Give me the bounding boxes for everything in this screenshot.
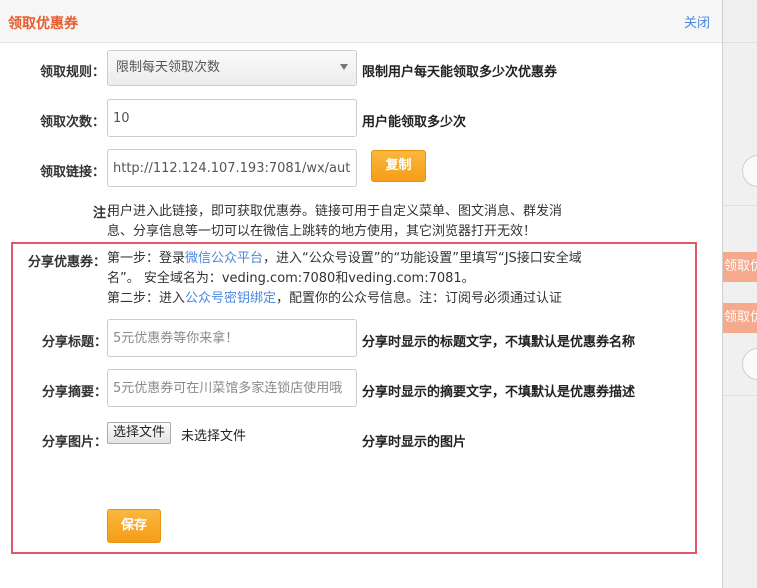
share-image-label: 分享图片： bbox=[42, 435, 108, 450]
rule-hint: 限制用户每天能领取多少次优惠券 bbox=[362, 65, 558, 80]
step2-prefix: 第二步：进入 bbox=[107, 291, 186, 306]
claim-link-input[interactable] bbox=[107, 149, 357, 187]
share-title-hint: 分享时显示的标题文字，不填默认是优惠券名称 bbox=[362, 335, 636, 350]
wechat-platform-link[interactable]: 微信公众平台 bbox=[185, 251, 263, 266]
file-status: 未选择文件 bbox=[181, 429, 247, 444]
close-link[interactable]: 关闭 bbox=[684, 12, 710, 31]
step2-rest: ，配置你的公众号信息。注：订阅号必须通过认证 bbox=[276, 291, 563, 306]
dialog-titlebar: 领取优惠券 关闭 bbox=[0, 0, 722, 43]
note-text: 用户进入此链接，即可获取优惠券。链接可用于自定义菜单、图文消息、群发消息、分享信… bbox=[107, 204, 563, 239]
share-summary-hint: 分享时显示的摘要文字，不填默认是优惠券描述 bbox=[362, 385, 636, 400]
background-divider bbox=[722, 205, 757, 206]
count-input[interactable] bbox=[107, 99, 357, 137]
count-label: 领取次数： bbox=[40, 115, 106, 130]
rule-label: 领取规则： bbox=[40, 65, 106, 80]
share-step-1: 第一步：登录微信公众平台，进入“公众号设置”的“功能设置”里填写“JS接口安全域… bbox=[107, 249, 587, 289]
share-title-label: 分享标题： bbox=[42, 335, 108, 350]
coupon-dialog: 领取优惠券 关闭 领取规则： 限制每天领取次数 限制用户每天能领取多少次优惠券 … bbox=[0, 0, 723, 588]
share-title-input[interactable] bbox=[107, 319, 357, 357]
share-step-2: 第二步：进入公众号密钥绑定，配置你的公众号信息。注：订阅号必须通过认证 bbox=[107, 289, 587, 309]
choose-file-button[interactable]: 选择文件 bbox=[107, 422, 172, 444]
share-summary-input[interactable] bbox=[107, 369, 357, 407]
rule-select-value: 限制每天领取次数 bbox=[116, 60, 221, 75]
share-image-hint: 分享时显示的图片 bbox=[362, 435, 467, 450]
dialog-title: 领取优惠券 bbox=[8, 16, 78, 32]
background-divider bbox=[722, 395, 757, 396]
rule-select[interactable]: 限制每天领取次数 bbox=[107, 50, 357, 86]
background-page bbox=[722, 0, 757, 588]
background-divider bbox=[722, 42, 757, 43]
link-label: 领取链接： bbox=[40, 165, 106, 180]
background-claim-button: 领取优惠 bbox=[720, 303, 757, 333]
copy-button[interactable]: 复制 bbox=[371, 150, 426, 182]
share-coupon-label: 分享优惠券： bbox=[28, 255, 107, 270]
count-hint: 用户能领取多少次 bbox=[362, 115, 467, 130]
share-summary-label: 分享摘要： bbox=[42, 385, 108, 400]
step1-prefix: 第一步：登录 bbox=[107, 251, 186, 266]
chevron-down-icon bbox=[340, 64, 348, 70]
key-binding-link[interactable]: 公众号密钥绑定 bbox=[185, 291, 276, 306]
save-button[interactable]: 保存 bbox=[107, 509, 161, 543]
background-claim-button: 领取优惠 bbox=[720, 252, 757, 282]
